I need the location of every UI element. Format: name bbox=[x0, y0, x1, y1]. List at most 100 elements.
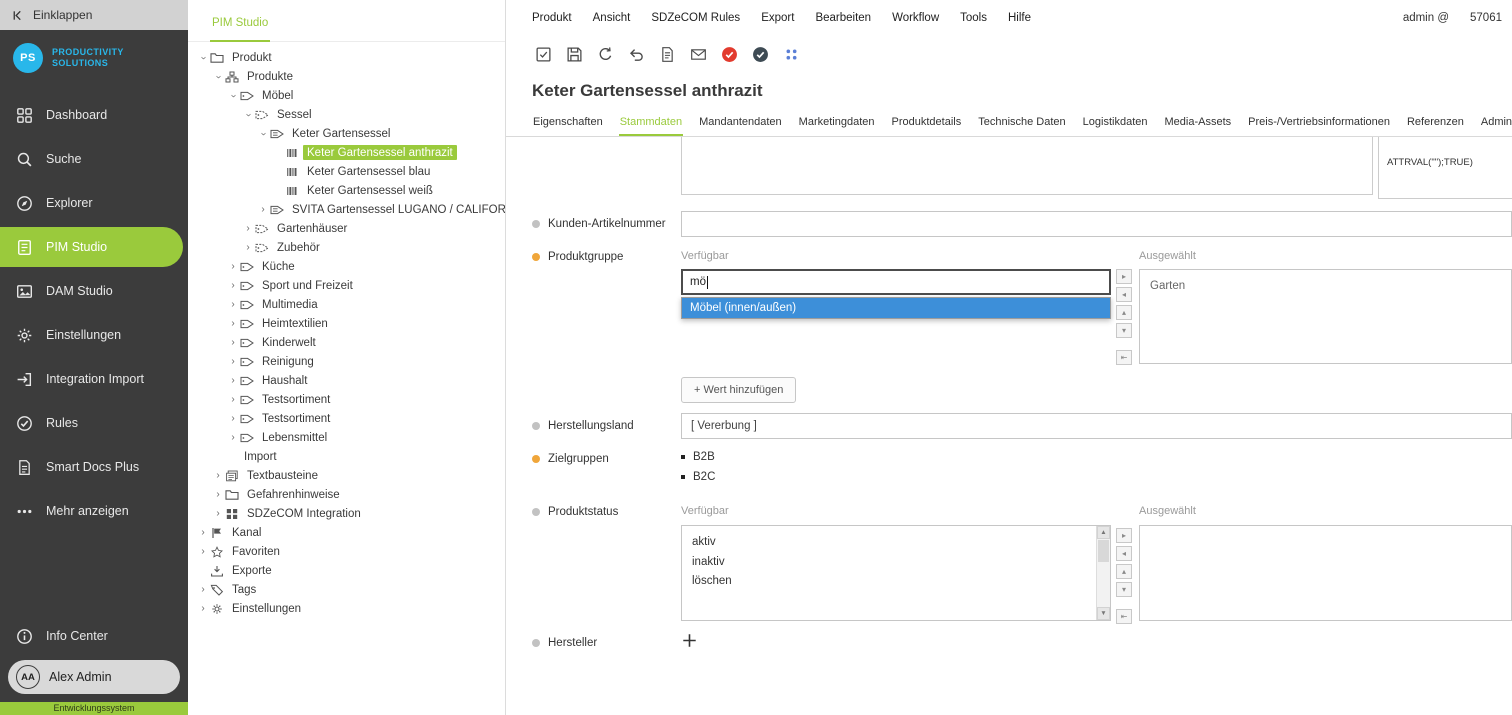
option-aktiv[interactable]: aktiv bbox=[692, 533, 1100, 553]
tree-node-keter-gartensessel[interactable]: ›Keter Gartensessel bbox=[188, 124, 505, 143]
chevron-collapsed-icon[interactable]: › bbox=[196, 583, 210, 597]
add-value-button[interactable]: + Wert hinzufügen bbox=[681, 377, 796, 403]
menu-produkt[interactable]: Produkt bbox=[532, 12, 572, 24]
tree-node-keter-gartensessel-weiß[interactable]: Keter Gartensessel weiß bbox=[188, 181, 505, 200]
tree-node-tags[interactable]: ›Tags bbox=[188, 580, 505, 599]
move-all-left-button[interactable]: ⇤ bbox=[1116, 609, 1132, 624]
menu-workflow[interactable]: Workflow bbox=[892, 12, 939, 24]
tab-eigenschaften[interactable]: Eigenschaften bbox=[532, 111, 604, 136]
tab-produktdetails[interactable]: Produktdetails bbox=[891, 111, 963, 136]
scroll-down-icon[interactable]: ▼ bbox=[1097, 607, 1110, 620]
scroll-up-icon[interactable]: ▲ bbox=[1097, 526, 1110, 539]
move-right-button[interactable]: ▸ bbox=[1116, 269, 1132, 284]
tree-node-reinigung[interactable]: ›Reinigung bbox=[188, 352, 505, 371]
chevron-collapsed-icon[interactable]: › bbox=[226, 412, 240, 426]
tree-node-exporte[interactable]: Exporte bbox=[188, 561, 505, 580]
menu-ansicht[interactable]: Ansicht bbox=[593, 12, 631, 24]
tab-stammdaten[interactable]: Stammdaten bbox=[619, 111, 683, 136]
move-left-button[interactable]: ◂ bbox=[1116, 546, 1132, 561]
menu-export[interactable]: Export bbox=[761, 12, 794, 24]
validation-ok-button[interactable] bbox=[749, 43, 771, 65]
produktstatus-available-list[interactable]: aktivinaktivlöschen ▲ ▼ bbox=[681, 525, 1111, 621]
move-up-button[interactable]: ▴ bbox=[1116, 305, 1132, 320]
chevron-collapsed-icon[interactable]: › bbox=[226, 279, 240, 293]
tab-media-assets[interactable]: Media-Assets bbox=[1164, 111, 1233, 136]
sidebar-item-pim-studio[interactable]: PIM Studio bbox=[0, 227, 183, 267]
chevron-collapsed-icon[interactable]: › bbox=[256, 203, 270, 217]
sidebar-item-dam-studio[interactable]: DAM Studio bbox=[0, 271, 188, 311]
chevron-collapsed-icon[interactable]: › bbox=[211, 469, 225, 483]
option-löschen[interactable]: löschen bbox=[692, 572, 1100, 592]
produktgruppe-selected-list[interactable]: Garten bbox=[1139, 269, 1512, 364]
option-inaktiv[interactable]: inaktiv bbox=[692, 553, 1100, 573]
chevron-collapsed-icon[interactable]: › bbox=[196, 602, 210, 616]
move-left-button[interactable]: ◂ bbox=[1116, 287, 1132, 302]
sidebar-item-suche[interactable]: Suche bbox=[0, 139, 188, 179]
selected-item-garten[interactable]: Garten bbox=[1150, 277, 1501, 297]
undo-button[interactable] bbox=[625, 43, 647, 65]
tree-node-keter-gartensessel-anthrazit[interactable]: Keter Gartensessel anthrazit bbox=[188, 143, 505, 162]
sidebar-item-smart-docs-plus[interactable]: Smart Docs Plus bbox=[0, 447, 188, 487]
user-menu[interactable]: AA Alex Admin bbox=[8, 660, 180, 694]
chevron-expanded-icon[interactable]: › bbox=[196, 51, 210, 65]
formula-expression-panel[interactable]: ATTRVAL("");TRUE) bbox=[1378, 137, 1512, 199]
chevron-collapsed-icon[interactable]: › bbox=[226, 374, 240, 388]
document-button[interactable] bbox=[656, 43, 678, 65]
save-button[interactable] bbox=[563, 43, 585, 65]
tree-node-sport-und-freizeit[interactable]: ›Sport und Freizeit bbox=[188, 276, 505, 295]
move-down-button[interactable]: ▾ bbox=[1116, 323, 1132, 338]
tree-node-svita-gartensessel-lugano-california[interactable]: ›SVITA Gartensessel LUGANO / CALIFORNIA bbox=[188, 200, 505, 219]
chevron-collapsed-icon[interactable]: › bbox=[211, 488, 225, 502]
collapse-sidebar-button[interactable]: Einklappen bbox=[0, 0, 188, 30]
chevron-collapsed-icon[interactable]: › bbox=[226, 393, 240, 407]
refresh-button[interactable] bbox=[594, 43, 616, 65]
tree-node-lebensmittel[interactable]: ›Lebensmittel bbox=[188, 428, 505, 447]
tree-node-kinderwelt[interactable]: ›Kinderwelt bbox=[188, 333, 505, 352]
chevron-collapsed-icon[interactable]: › bbox=[226, 260, 240, 274]
tab-technische-daten[interactable]: Technische Daten bbox=[977, 111, 1066, 136]
tree-node-gartenhäuser[interactable]: ›Gartenhäuser bbox=[188, 219, 505, 238]
tab-marketingdaten[interactable]: Marketingdaten bbox=[798, 111, 876, 136]
chevron-collapsed-icon[interactable]: › bbox=[226, 431, 240, 445]
chevron-expanded-icon[interactable]: › bbox=[211, 70, 225, 84]
produktstatus-selected-list[interactable] bbox=[1139, 525, 1512, 621]
validation-error-button[interactable] bbox=[718, 43, 740, 65]
menu-bearbeiten[interactable]: Bearbeiten bbox=[815, 12, 871, 24]
chevron-expanded-icon[interactable]: › bbox=[256, 127, 270, 141]
tree-node-kanal[interactable]: ›Kanal bbox=[188, 523, 505, 542]
chevron-collapsed-icon[interactable]: › bbox=[226, 317, 240, 331]
formula-input-area[interactable] bbox=[681, 137, 1373, 195]
chevron-collapsed-icon[interactable]: › bbox=[241, 241, 255, 255]
sidebar-item-integration-import[interactable]: Integration Import bbox=[0, 359, 188, 399]
menu-tools[interactable]: Tools bbox=[960, 12, 987, 24]
chevron-collapsed-icon[interactable]: › bbox=[226, 355, 240, 369]
sidebar-item-mehr-anzeigen[interactable]: Mehr anzeigen bbox=[0, 491, 188, 531]
tree-node-import[interactable]: Import bbox=[188, 447, 505, 466]
move-down-button[interactable]: ▾ bbox=[1116, 582, 1132, 597]
tree-node-gefahrenhinweise[interactable]: ›Gefahrenhinweise bbox=[188, 485, 505, 504]
tree-node-möbel[interactable]: ›Möbel bbox=[188, 86, 505, 105]
chevron-collapsed-icon[interactable]: › bbox=[196, 545, 210, 559]
chevron-collapsed-icon[interactable]: › bbox=[241, 222, 255, 236]
sidebar-item-einstellungen[interactable]: Einstellungen bbox=[0, 315, 188, 355]
chevron-collapsed-icon[interactable]: › bbox=[226, 336, 240, 350]
tree-node-küche[interactable]: ›Küche bbox=[188, 257, 505, 276]
chevron-collapsed-icon[interactable]: › bbox=[196, 526, 210, 540]
tab-preis-vertriebsinformationen[interactable]: Preis-/Vertriebsinformationen bbox=[1247, 111, 1391, 136]
menu-hilfe[interactable]: Hilfe bbox=[1008, 12, 1031, 24]
tree-node-sessel[interactable]: ›Sessel bbox=[188, 105, 505, 124]
sidebar-item-info-center[interactable]: Info Center bbox=[0, 616, 188, 656]
scroll-thumb[interactable] bbox=[1098, 540, 1109, 562]
tree-node-sdzecom-integration[interactable]: ›SDZeCOM Integration bbox=[188, 504, 505, 523]
chevron-expanded-icon[interactable]: › bbox=[226, 89, 240, 103]
tree-node-textbausteine[interactable]: ›Textbausteine bbox=[188, 466, 505, 485]
chevron-collapsed-icon[interactable]: › bbox=[226, 298, 240, 312]
move-up-button[interactable]: ▴ bbox=[1116, 564, 1132, 579]
tab-pim-studio[interactable]: PIM Studio bbox=[210, 17, 270, 42]
tree-node-einstellungen[interactable]: ›Einstellungen bbox=[188, 599, 505, 618]
tree-node-multimedia[interactable]: ›Multimedia bbox=[188, 295, 505, 314]
tree-node-produkt[interactable]: ›Produkt bbox=[188, 48, 505, 67]
tree-node-produkte[interactable]: ›Produkte bbox=[188, 67, 505, 86]
tree-node-favoriten[interactable]: ›Favoriten bbox=[188, 542, 505, 561]
tab-mandantendaten[interactable]: Mandantendaten bbox=[698, 111, 783, 136]
